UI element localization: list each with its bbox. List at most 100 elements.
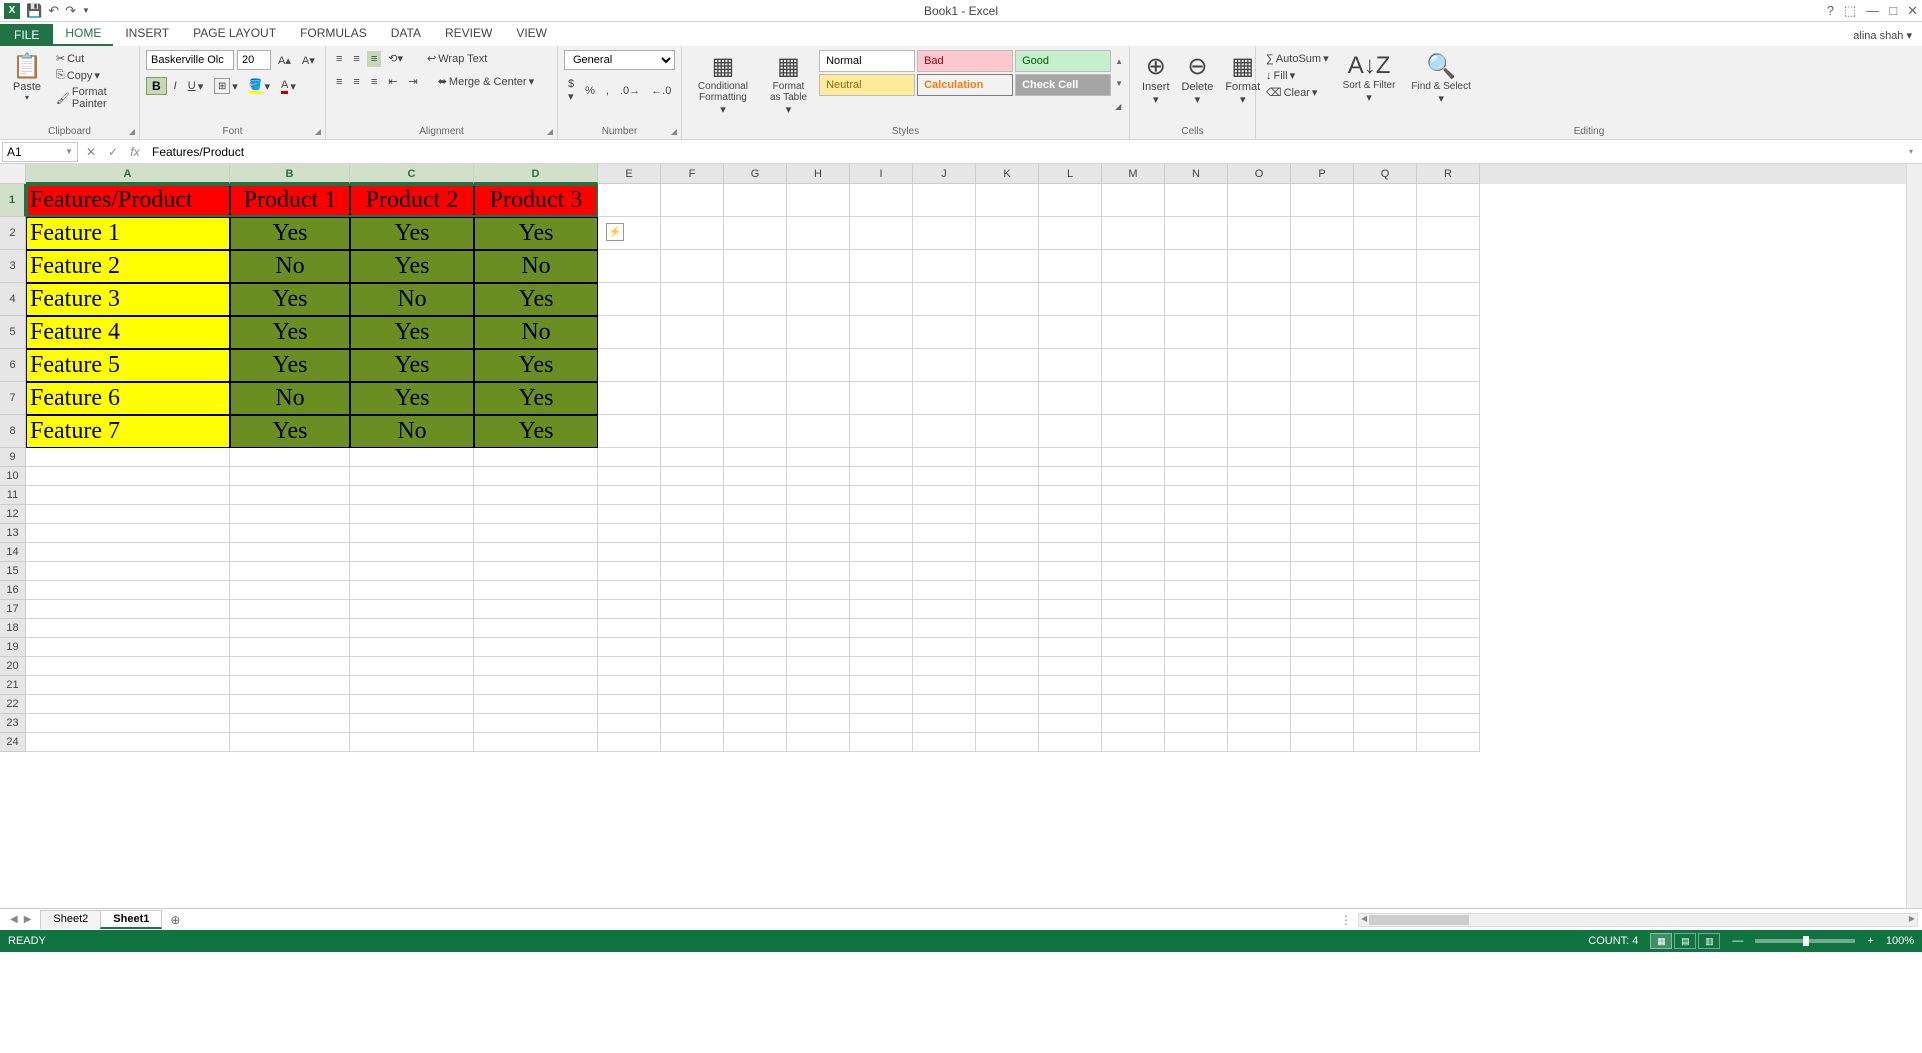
cell-N2[interactable] (1165, 217, 1228, 250)
merge-center-button[interactable]: ⬌Merge & Center ▾ (434, 73, 538, 90)
cell-I3[interactable] (850, 250, 913, 283)
column-header-A[interactable]: A (26, 164, 230, 184)
cell-N20[interactable] (1165, 657, 1228, 676)
cell-N3[interactable] (1165, 250, 1228, 283)
cell-L21[interactable] (1039, 676, 1102, 695)
cell-C15[interactable] (350, 562, 474, 581)
cell-H21[interactable] (787, 676, 850, 695)
cell-K11[interactable] (976, 486, 1039, 505)
format-painter-button[interactable]: 🖌Format Painter (52, 84, 133, 112)
cell-H20[interactable] (787, 657, 850, 676)
sheet-nav-prev-icon[interactable]: ◀ (10, 914, 18, 925)
cell-H3[interactable] (787, 250, 850, 283)
cell-M18[interactable] (1102, 619, 1165, 638)
cell-I12[interactable] (850, 505, 913, 524)
cell-K21[interactable] (976, 676, 1039, 695)
cell-P15[interactable] (1291, 562, 1354, 581)
cell-K14[interactable] (976, 543, 1039, 562)
cell-C2[interactable]: Yes (350, 217, 474, 250)
cell-N10[interactable] (1165, 467, 1228, 486)
cell-O8[interactable] (1228, 415, 1291, 448)
cell-C10[interactable] (350, 467, 474, 486)
column-header-N[interactable]: N (1165, 164, 1228, 184)
cell-B15[interactable] (230, 562, 350, 581)
cell-E5[interactable] (598, 316, 661, 349)
cell-K20[interactable] (976, 657, 1039, 676)
cell-G10[interactable] (724, 467, 787, 486)
cell-C9[interactable] (350, 448, 474, 467)
cell-J19[interactable] (913, 638, 976, 657)
cell-M2[interactable] (1102, 217, 1165, 250)
cell-I15[interactable] (850, 562, 913, 581)
zoom-out-button[interactable]: — (1732, 935, 1743, 947)
cell-B7[interactable]: No (230, 382, 350, 415)
cell-N11[interactable] (1165, 486, 1228, 505)
style-check-cell[interactable]: Check Cell (1015, 74, 1111, 96)
cell-Q11[interactable] (1354, 486, 1417, 505)
cell-H2[interactable] (787, 217, 850, 250)
cell-H13[interactable] (787, 524, 850, 543)
cell-A1[interactable]: Features/Product (26, 184, 230, 217)
increase-indent-button[interactable]: ⇥ (404, 73, 421, 90)
cell-E11[interactable] (598, 486, 661, 505)
cell-E22[interactable] (598, 695, 661, 714)
cell-M22[interactable] (1102, 695, 1165, 714)
cell-F20[interactable] (661, 657, 724, 676)
file-tab[interactable]: FILE (0, 24, 53, 46)
cell-D3[interactable]: No (474, 250, 598, 283)
cell-P10[interactable] (1291, 467, 1354, 486)
cell-L24[interactable] (1039, 733, 1102, 752)
cell-B6[interactable]: Yes (230, 349, 350, 382)
row-header-8[interactable]: 8 (0, 415, 26, 448)
cell-R19[interactable] (1417, 638, 1480, 657)
column-header-H[interactable]: H (787, 164, 850, 184)
cell-F5[interactable] (661, 316, 724, 349)
tab-page-layout[interactable]: PAGE LAYOUT (181, 22, 288, 46)
cell-I2[interactable] (850, 217, 913, 250)
cell-O16[interactable] (1228, 581, 1291, 600)
cell-O10[interactable] (1228, 467, 1291, 486)
close-icon[interactable]: ✕ (1907, 3, 1918, 19)
column-header-G[interactable]: G (724, 164, 787, 184)
cell-O2[interactable] (1228, 217, 1291, 250)
cell-B2[interactable]: Yes (230, 217, 350, 250)
cell-F12[interactable] (661, 505, 724, 524)
clear-button[interactable]: ⌫Clear ▾ (1262, 84, 1333, 101)
cell-O19[interactable] (1228, 638, 1291, 657)
cell-P8[interactable] (1291, 415, 1354, 448)
cell-F22[interactable] (661, 695, 724, 714)
cell-K18[interactable] (976, 619, 1039, 638)
cell-R4[interactable] (1417, 283, 1480, 316)
cell-F18[interactable] (661, 619, 724, 638)
align-right-button[interactable]: ≡ (367, 74, 381, 90)
cell-P16[interactable] (1291, 581, 1354, 600)
cell-I10[interactable] (850, 467, 913, 486)
cell-E14[interactable] (598, 543, 661, 562)
tab-review[interactable]: REVIEW (433, 22, 504, 46)
row-header-12[interactable]: 12 (0, 505, 26, 524)
cell-A2[interactable]: Feature 1 (26, 217, 230, 250)
cell-B19[interactable] (230, 638, 350, 657)
cell-L6[interactable] (1039, 349, 1102, 382)
wrap-text-button[interactable]: ↩Wrap Text (423, 50, 491, 67)
cell-B21[interactable] (230, 676, 350, 695)
cell-L15[interactable] (1039, 562, 1102, 581)
cell-C13[interactable] (350, 524, 474, 543)
cell-K22[interactable] (976, 695, 1039, 714)
cell-E13[interactable] (598, 524, 661, 543)
cell-E1[interactable] (598, 184, 661, 217)
column-header-F[interactable]: F (661, 164, 724, 184)
minimize-icon[interactable]: — (1866, 3, 1879, 19)
cell-G8[interactable] (724, 415, 787, 448)
cell-P18[interactable] (1291, 619, 1354, 638)
column-header-B[interactable]: B (230, 164, 350, 184)
cell-I5[interactable] (850, 316, 913, 349)
row-header-19[interactable]: 19 (0, 638, 26, 657)
cell-L14[interactable] (1039, 543, 1102, 562)
cell-I20[interactable] (850, 657, 913, 676)
cell-F23[interactable] (661, 714, 724, 733)
font-name-input[interactable] (146, 50, 234, 70)
cell-O6[interactable] (1228, 349, 1291, 382)
grow-font-button[interactable]: A▴ (274, 52, 295, 69)
cell-P2[interactable] (1291, 217, 1354, 250)
